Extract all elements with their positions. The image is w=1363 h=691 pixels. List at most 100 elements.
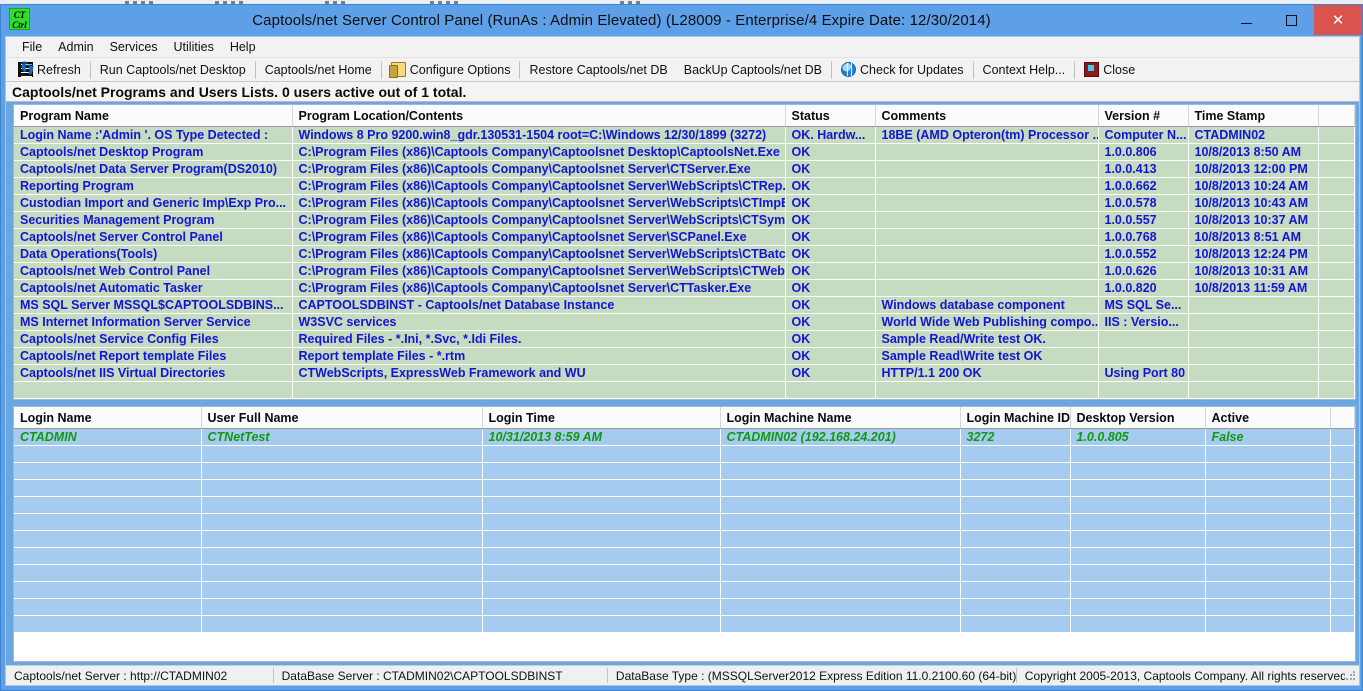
cell-version: 1.0.0.662: [1098, 177, 1188, 194]
col-login-time[interactable]: Login Time: [482, 407, 720, 428]
table-row[interactable]: MS Internet Information Server ServiceW3…: [14, 313, 1355, 330]
cell-status: OK: [785, 330, 875, 347]
cell-user-full-name: [201, 564, 482, 581]
table-row[interactable]: Custodian Import and Generic Imp\Exp Pro…: [14, 194, 1355, 211]
list-item[interactable]: [14, 530, 1355, 547]
table-row[interactable]: Data Operations(Tools)C:\Program Files (…: [14, 245, 1355, 262]
menu-item-admin[interactable]: Admin: [50, 38, 101, 56]
col-status[interactable]: Status: [785, 105, 875, 126]
list-item[interactable]: [14, 615, 1355, 632]
list-item[interactable]: [14, 445, 1355, 462]
refresh-button[interactable]: Refresh: [10, 59, 89, 81]
cell-program-location: CAPTOOLSDBINST - Captools/net Database I…: [292, 296, 785, 313]
table-row[interactable]: Captools/net Service Config FilesRequire…: [14, 330, 1355, 347]
menu-item-utilities[interactable]: Utilities: [166, 38, 222, 56]
table-row[interactable]: MS SQL Server MSSQL$CAPTOOLSDBINS...CAPT…: [14, 296, 1355, 313]
cell-users-extra: [1330, 496, 1355, 513]
menu-item-services[interactable]: Services: [102, 38, 166, 56]
col-active[interactable]: Active: [1205, 407, 1330, 428]
backup-db-button[interactable]: BackUp Captools/net DB: [676, 59, 830, 81]
col-version[interactable]: Version #: [1098, 105, 1188, 126]
cell-user-full-name: [201, 496, 482, 513]
list-item[interactable]: [14, 564, 1355, 581]
cell-login-time: [482, 496, 720, 513]
table-row[interactable]: Captools/net Automatic TaskerC:\Program …: [14, 279, 1355, 296]
cell-program-location: [292, 381, 785, 398]
refresh-icon: [18, 62, 33, 77]
status-database-type: DataBase Type : (MSSQLServer2012 Express…: [608, 667, 1016, 684]
col-comments[interactable]: Comments: [875, 105, 1098, 126]
cell-comments: 18BE (AMD Opteron(tm) Processor ...: [875, 126, 1098, 143]
cell-program-name: [14, 381, 292, 398]
cell-desktop-version: 1.0.0.805: [1070, 428, 1205, 445]
cell-program-location: C:\Program Files (x86)\Captools Company\…: [292, 143, 785, 160]
col-login-machine-name[interactable]: Login Machine Name: [720, 407, 960, 428]
cell-login-machine-id: [960, 581, 1070, 598]
cell-desktop-version: [1070, 547, 1205, 564]
table-row[interactable]: Captools/net Desktop ProgramC:\Program F…: [14, 143, 1355, 160]
table-row[interactable]: Reporting ProgramC:\Program Files (x86)\…: [14, 177, 1355, 194]
list-item[interactable]: [14, 479, 1355, 496]
minimize-button[interactable]: [1224, 5, 1269, 35]
check-updates-button[interactable]: Check for Updates: [833, 59, 972, 81]
table-row[interactable]: Securities Management ProgramC:\Program …: [14, 211, 1355, 228]
table-row[interactable]: Captools/net Server Control PanelC:\Prog…: [14, 228, 1355, 245]
cell-program-name: Reporting Program: [14, 177, 292, 194]
table-row[interactable]: Login Name :'Admin '. OS Type Detected :…: [14, 126, 1355, 143]
cell-program-name: Captools/net Report template Files: [14, 347, 292, 364]
cell-comments: Sample Read\Write test OK: [875, 347, 1098, 364]
col-extra[interactable]: [1318, 105, 1355, 126]
table-row[interactable]: Captools/net IIS Virtual DirectoriesCTWe…: [14, 364, 1355, 381]
cell-status: OK: [785, 245, 875, 262]
table-row[interactable]: [14, 398, 1355, 400]
table-row[interactable]: Captools/net Data Server Program(DS2010)…: [14, 160, 1355, 177]
table-row[interactable]: Captools/net Web Control PanelC:\Program…: [14, 262, 1355, 279]
cell-login-machine-name: [720, 462, 960, 479]
cell-program-name: Captools/net Service Config Files: [14, 330, 292, 347]
col-program-name[interactable]: Program Name: [14, 105, 292, 126]
cell-status: OK: [785, 211, 875, 228]
cell-program-name: Custodian Import and Generic Imp\Exp Pro…: [14, 194, 292, 211]
col-timestamp[interactable]: Time Stamp: [1188, 105, 1318, 126]
list-item[interactable]: [14, 462, 1355, 479]
cell-program-location: C:\Program Files (x86)\Captools Company\…: [292, 279, 785, 296]
list-item[interactable]: [14, 581, 1355, 598]
captools-home-button[interactable]: Captools/net Home: [257, 59, 380, 81]
cell-login-machine-name: [720, 581, 960, 598]
programs-grid[interactable]: Program Name Program Location/Contents S…: [13, 104, 1356, 400]
context-help-button[interactable]: Context Help...: [975, 59, 1074, 81]
users-header-row: Login Name User Full Name Login Time Log…: [14, 407, 1355, 428]
menu-item-file[interactable]: File: [14, 38, 50, 56]
cell-timestamp: 10/8/2013 12:24 PM: [1188, 245, 1318, 262]
cell-timestamp: CTADMIN02: [1188, 126, 1318, 143]
resize-grip-icon[interactable]: [1345, 670, 1357, 682]
list-item[interactable]: [14, 598, 1355, 615]
col-program-location[interactable]: Program Location/Contents: [292, 105, 785, 126]
cell-login-name: [14, 513, 201, 530]
configure-options-button[interactable]: Configure Options: [383, 59, 519, 81]
maximize-button[interactable]: [1269, 5, 1314, 35]
close-button[interactable]: Close: [1076, 59, 1143, 81]
list-item[interactable]: [14, 496, 1355, 513]
col-login-name[interactable]: Login Name: [14, 407, 201, 428]
list-item[interactable]: [14, 513, 1355, 530]
table-row[interactable]: [14, 381, 1355, 398]
users-grid[interactable]: Login Name User Full Name Login Time Log…: [13, 406, 1356, 662]
col-desktop-version[interactable]: Desktop Version: [1070, 407, 1205, 428]
cell-active: [1205, 513, 1330, 530]
col-login-machine-id[interactable]: Login Machine ID: [960, 407, 1070, 428]
menu-item-help[interactable]: Help: [222, 38, 264, 56]
list-item[interactable]: CTADMINCTNetTest10/31/2013 8:59 AMCTADMI…: [14, 428, 1355, 445]
restore-db-button[interactable]: Restore Captools/net DB: [521, 59, 675, 81]
globe-icon: [841, 62, 856, 77]
status-database-server: DataBase Server : CTADMIN02\CAPTOOLSDBIN…: [274, 667, 607, 684]
close-window-button[interactable]: ✕: [1314, 5, 1362, 35]
cell-extra: [1318, 330, 1355, 347]
col-user-full-name[interactable]: User Full Name: [201, 407, 482, 428]
table-row[interactable]: Captools/net Report template FilesReport…: [14, 347, 1355, 364]
cell-timestamp: 10/8/2013 10:43 AM: [1188, 194, 1318, 211]
run-desktop-button[interactable]: Run Captools/net Desktop: [92, 59, 254, 81]
list-item[interactable]: [14, 547, 1355, 564]
col-users-extra[interactable]: [1330, 407, 1355, 428]
cell-extra: [1318, 126, 1355, 143]
